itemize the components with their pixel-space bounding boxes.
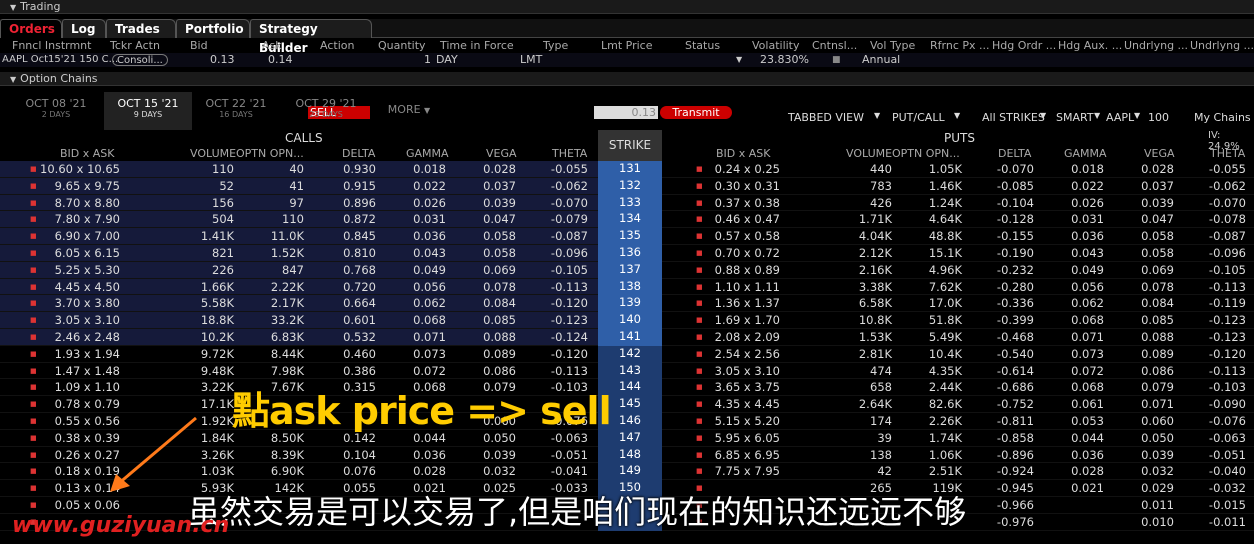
watermark: www.guziyuan.cn [12, 513, 230, 538]
annotation-text: 點ask price => sell [232, 389, 612, 433]
arrow-shaft [117, 416, 197, 486]
video-subtitle: 虽然交易是可以交易了,但是咱们现在的知识还远远不够 [188, 493, 967, 531]
annotation-arrow [110, 416, 197, 492]
